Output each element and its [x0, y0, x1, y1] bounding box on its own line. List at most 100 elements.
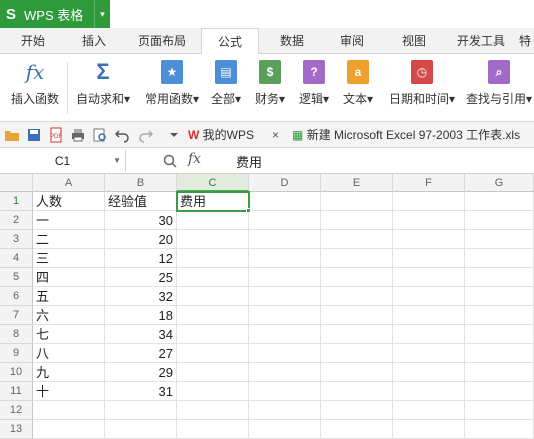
row-header[interactable]: 12 — [0, 401, 33, 420]
cell-a2[interactable]: 一 — [33, 211, 105, 230]
cell-d5[interactable] — [249, 268, 321, 287]
app-menu-button[interactable]: S WPS 表格 ▾ — [0, 0, 110, 28]
cell-c3[interactable] — [177, 230, 249, 249]
my-wps-tab[interactable]: W 我的WPS — [188, 122, 254, 148]
cell-g5[interactable] — [465, 268, 534, 287]
cell-a3[interactable]: 二 — [33, 230, 105, 249]
cell-f3[interactable] — [393, 230, 465, 249]
cell-d2[interactable] — [249, 211, 321, 230]
cell-c8[interactable] — [177, 325, 249, 344]
all-functions-button[interactable]: ▤ 全部▾ — [206, 58, 246, 118]
cell-a4[interactable]: 三 — [33, 249, 105, 268]
cell-g6[interactable] — [465, 287, 534, 306]
cell-f13[interactable] — [393, 420, 465, 439]
tab-data[interactable]: 数据 — [268, 28, 316, 54]
column-header-g[interactable]: G — [465, 174, 534, 192]
cell-d6[interactable] — [249, 287, 321, 306]
cell-f12[interactable] — [393, 401, 465, 420]
logic-button[interactable]: ? 逻辑▾ — [294, 58, 334, 118]
tab-page-layout[interactable]: 页面布局 — [130, 28, 194, 54]
tab-developer[interactable]: 开发工具 — [450, 28, 512, 54]
cell-b12[interactable] — [105, 401, 177, 420]
common-functions-button[interactable]: ★ 常用函数▾ — [140, 58, 204, 118]
cell-e2[interactable] — [321, 211, 393, 230]
cell-d8[interactable] — [249, 325, 321, 344]
cell-c13[interactable] — [177, 420, 249, 439]
cell-g2[interactable] — [465, 211, 534, 230]
cell-g4[interactable] — [465, 249, 534, 268]
cell-e12[interactable] — [321, 401, 393, 420]
cell-e10[interactable] — [321, 363, 393, 382]
finance-button[interactable]: $ 财务▾ — [250, 58, 290, 118]
cell-d9[interactable] — [249, 344, 321, 363]
cell-f9[interactable] — [393, 344, 465, 363]
cell-a13[interactable] — [33, 420, 105, 439]
cell-g13[interactable] — [465, 420, 534, 439]
cell-a8[interactable]: 七 — [33, 325, 105, 344]
cell-e13[interactable] — [321, 420, 393, 439]
row-header[interactable]: 13 — [0, 420, 33, 439]
cell-e3[interactable] — [321, 230, 393, 249]
cell-g10[interactable] — [465, 363, 534, 382]
cell-a6[interactable]: 五 — [33, 287, 105, 306]
cell-d1[interactable] — [249, 192, 321, 211]
cell-f5[interactable] — [393, 268, 465, 287]
formula-input[interactable]: 费用 — [236, 152, 262, 171]
column-header-d[interactable]: D — [249, 174, 321, 192]
select-all-corner[interactable] — [0, 174, 33, 192]
column-header-b[interactable]: B — [105, 174, 177, 192]
cell-d7[interactable] — [249, 306, 321, 325]
tab-review[interactable]: 审阅 — [328, 28, 376, 54]
cell-b8[interactable]: 34 — [105, 325, 177, 344]
cell-f10[interactable] — [393, 363, 465, 382]
cell-d4[interactable] — [249, 249, 321, 268]
text-functions-button[interactable]: a 文本▾ — [338, 58, 378, 118]
cell-g7[interactable] — [465, 306, 534, 325]
column-header-f[interactable]: F — [393, 174, 465, 192]
cell-a5[interactable]: 四 — [33, 268, 105, 287]
cell-c10[interactable] — [177, 363, 249, 382]
open-folder-icon[interactable] — [4, 127, 20, 143]
row-header[interactable]: 2 — [0, 211, 33, 230]
cell-b4[interactable]: 12 — [105, 249, 177, 268]
undo-icon[interactable] — [114, 127, 130, 143]
cell-f1[interactable] — [393, 192, 465, 211]
cell-e9[interactable] — [321, 344, 393, 363]
cell-c11[interactable] — [177, 382, 249, 401]
column-header-e[interactable]: E — [321, 174, 393, 192]
row-header[interactable]: 10 — [0, 363, 33, 382]
cell-b6[interactable]: 32 — [105, 287, 177, 306]
cell-b2[interactable]: 30 — [105, 211, 177, 230]
cell-b5[interactable]: 25 — [105, 268, 177, 287]
print-icon[interactable] — [70, 127, 86, 143]
cell-c9[interactable] — [177, 344, 249, 363]
cell-d3[interactable] — [249, 230, 321, 249]
cell-e5[interactable] — [321, 268, 393, 287]
cell-b11[interactable]: 31 — [105, 382, 177, 401]
cell-e7[interactable] — [321, 306, 393, 325]
document-tab[interactable]: ▦ 新建 Microsoft Excel 97-2003 工作表.xls — [292, 122, 520, 148]
cell-a9[interactable]: 八 — [33, 344, 105, 363]
date-time-button[interactable]: ◷ 日期和时间▾ — [382, 58, 462, 118]
cell-f6[interactable] — [393, 287, 465, 306]
export-pdf-icon[interactable]: PDF — [48, 127, 64, 143]
row-header[interactable]: 4 — [0, 249, 33, 268]
cell-b9[interactable]: 27 — [105, 344, 177, 363]
cell-b3[interactable]: 20 — [105, 230, 177, 249]
row-header[interactable]: 5 — [0, 268, 33, 287]
zoom-icon[interactable] — [162, 153, 178, 169]
autosum-button[interactable]: Σ 自动求和▾ — [72, 58, 134, 118]
cell-e1[interactable] — [321, 192, 393, 211]
cell-c4[interactable] — [177, 249, 249, 268]
cell-a12[interactable] — [33, 401, 105, 420]
cell-c7[interactable] — [177, 306, 249, 325]
row-header[interactable]: 9 — [0, 344, 33, 363]
cell-e6[interactable] — [321, 287, 393, 306]
cell-g8[interactable] — [465, 325, 534, 344]
quick-access-dropdown-icon[interactable] — [166, 127, 182, 143]
cell-g3[interactable] — [465, 230, 534, 249]
cell-c2[interactable] — [177, 211, 249, 230]
name-box[interactable]: C1 ▼ — [0, 150, 126, 172]
cell-f7[interactable] — [393, 306, 465, 325]
cell-d13[interactable] — [249, 420, 321, 439]
